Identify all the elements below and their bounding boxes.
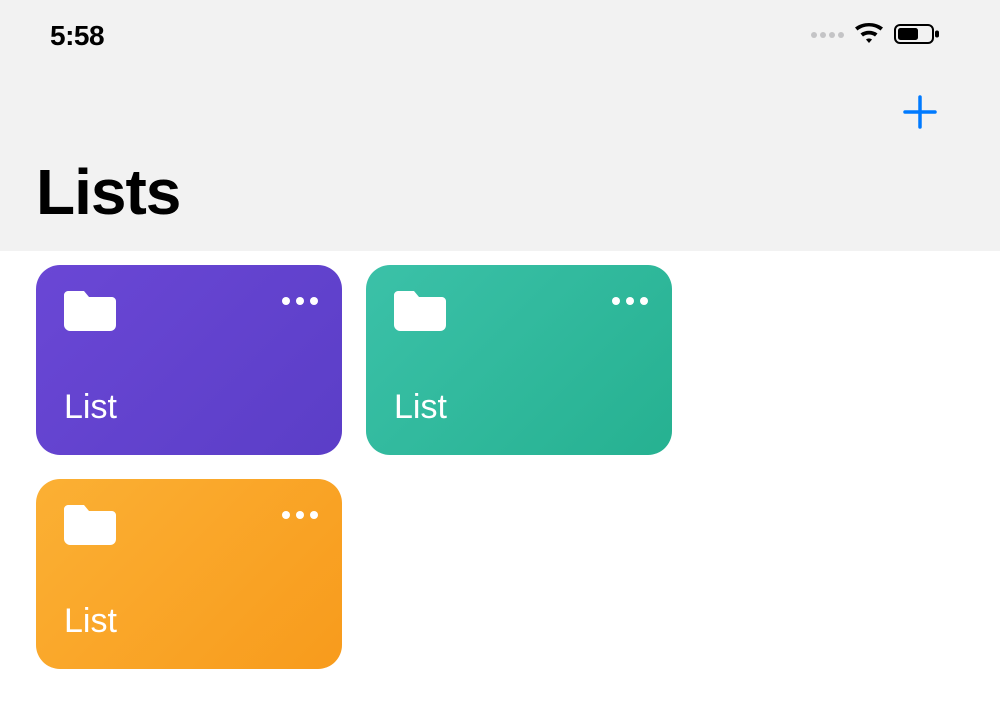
status-icons [810, 23, 940, 50]
add-list-button[interactable] [900, 92, 940, 137]
card-title: List [64, 388, 318, 433]
list-card[interactable]: List [36, 479, 342, 669]
card-title: List [394, 388, 648, 433]
list-card[interactable]: List [36, 265, 342, 455]
status-time: 5:58 [50, 20, 104, 52]
wifi-icon [854, 23, 884, 50]
page-title: Lists [0, 141, 1000, 251]
folder-icon [64, 501, 112, 541]
card-more-button[interactable] [282, 287, 318, 305]
phone-screen: 5:58 [0, 0, 1000, 251]
lists-grid: List List List [0, 251, 1000, 705]
folder-icon [394, 287, 442, 327]
nav-bar [0, 72, 1000, 141]
card-more-button[interactable] [612, 287, 648, 305]
card-title: List [64, 602, 318, 647]
list-card[interactable]: List [366, 265, 672, 455]
status-bar: 5:58 [0, 0, 1000, 72]
card-more-button[interactable] [282, 501, 318, 519]
battery-icon [894, 23, 940, 50]
folder-icon [64, 287, 112, 327]
dots-indicator [810, 27, 844, 45]
